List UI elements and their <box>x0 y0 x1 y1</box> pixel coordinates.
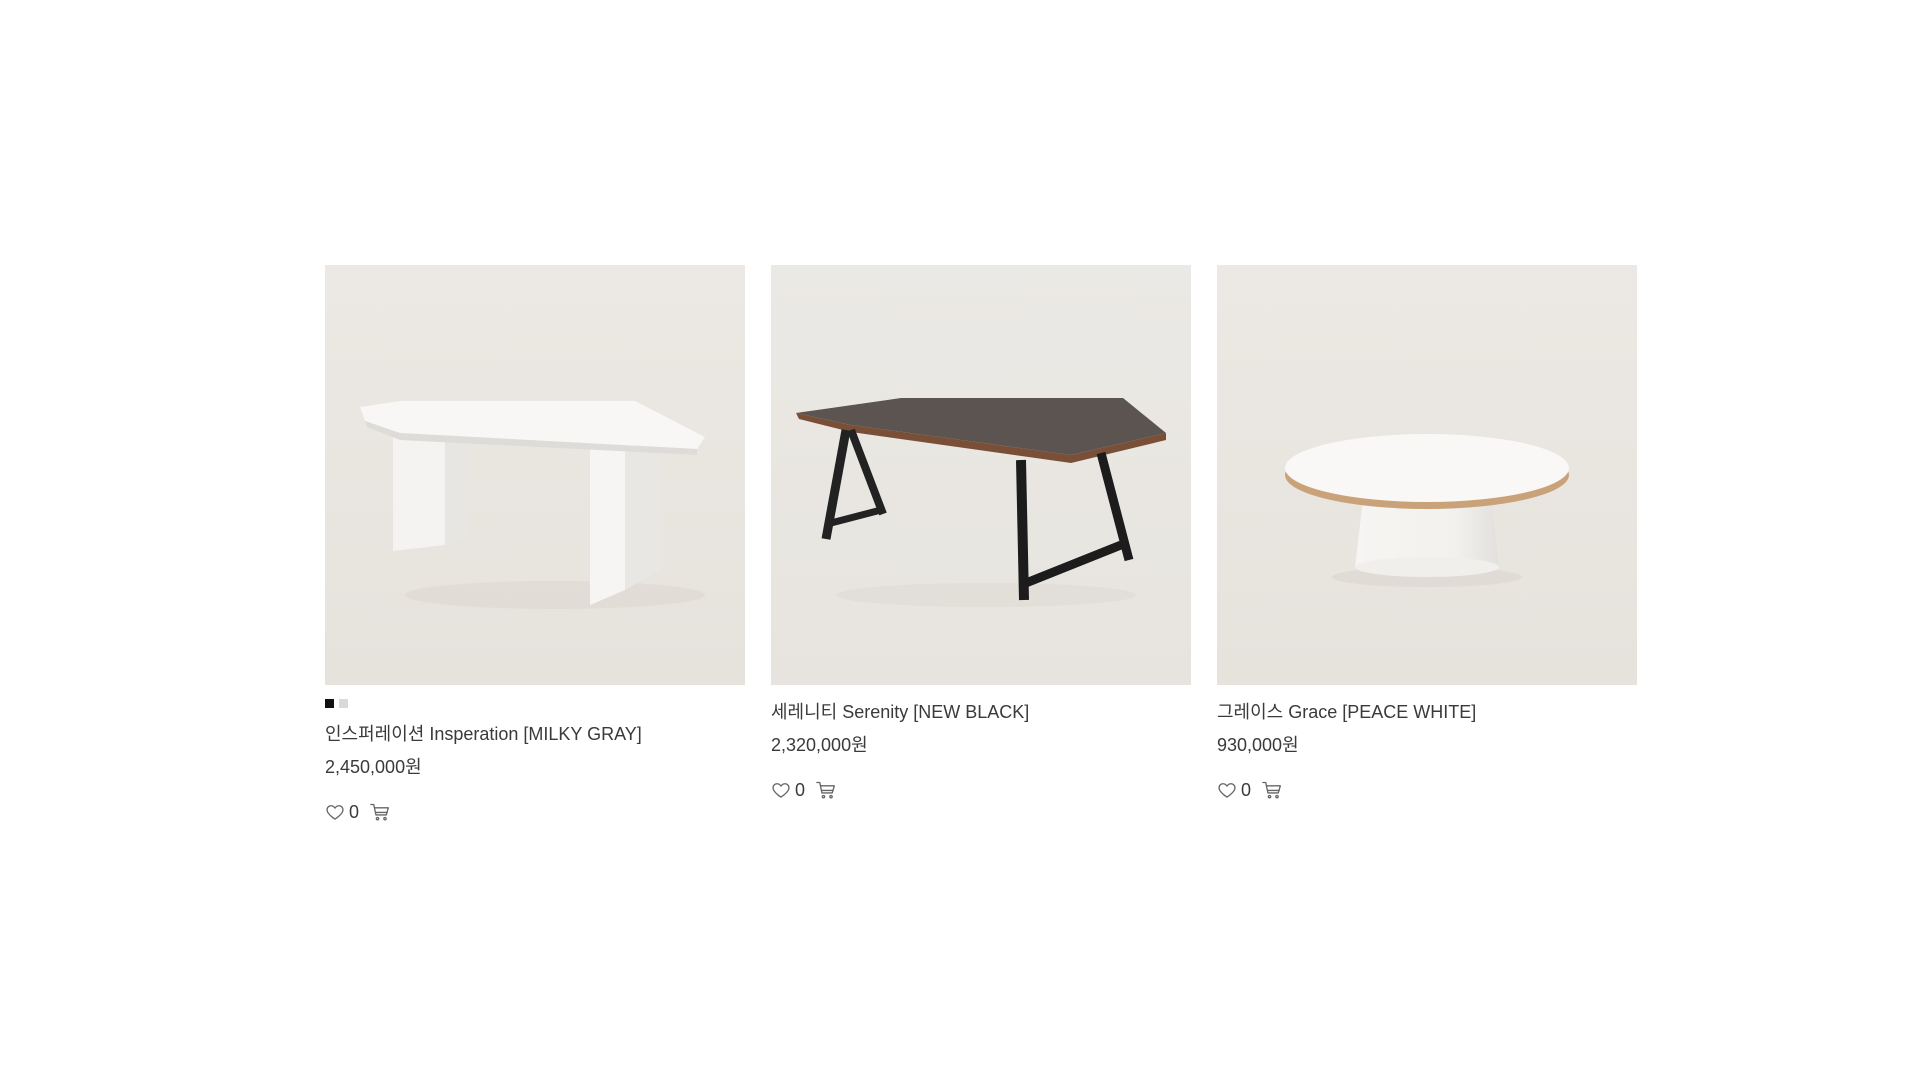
like-count: 0 <box>795 780 806 800</box>
product-image-grace[interactable] <box>1217 265 1637 685</box>
product-grid: 인스퍼레이션 Insperation [MILKY GRAY] 2,450,00… <box>325 265 1639 823</box>
heart-icon <box>771 780 791 800</box>
like-count: 0 <box>349 802 360 822</box>
product-name[interactable]: 세레니티 Serenity [NEW BLACK] <box>771 700 1191 724</box>
product-actions: 0 <box>325 801 745 823</box>
swatch-black[interactable] <box>325 699 334 708</box>
cart-icon <box>369 802 391 822</box>
product-actions: 0 <box>1217 779 1637 801</box>
product-price: 930,000원 <box>1217 735 1299 755</box>
swatch-light-gray[interactable] <box>339 699 348 708</box>
product-price: 2,450,000원 <box>325 757 422 777</box>
like-button[interactable]: 0 <box>325 801 359 823</box>
black-table-image <box>771 265 1191 685</box>
add-to-cart-button[interactable] <box>1261 780 1283 800</box>
product-name[interactable]: 그레이스 Grace [PEACE WHITE] <box>1217 700 1637 724</box>
like-count: 0 <box>1241 780 1252 800</box>
product-image-serenity[interactable] <box>771 265 1191 685</box>
product-actions: 0 <box>771 779 1191 801</box>
product-name[interactable]: 인스퍼레이션 Insperation [MILKY GRAY] <box>325 722 745 746</box>
like-button[interactable]: 0 <box>1217 779 1251 801</box>
product-card-grace[interactable]: 그레이스 Grace [PEACE WHITE] 930,000원 0 <box>1217 265 1637 801</box>
add-to-cart-button[interactable] <box>815 780 837 800</box>
cart-icon <box>1261 780 1283 800</box>
color-swatches <box>325 699 745 708</box>
like-button[interactable]: 0 <box>771 779 805 801</box>
add-to-cart-button[interactable] <box>369 802 391 822</box>
round-coffee-table-image <box>1217 265 1637 685</box>
product-card-serenity[interactable]: 세레니티 Serenity [NEW BLACK] 2,320,000원 0 <box>771 265 1191 801</box>
cart-icon <box>815 780 837 800</box>
product-image-insperation[interactable] <box>325 265 745 685</box>
heart-icon <box>1217 780 1237 800</box>
product-card-insperation[interactable]: 인스퍼레이션 Insperation [MILKY GRAY] 2,450,00… <box>325 265 745 823</box>
white-dining-table-image <box>325 265 745 685</box>
product-price: 2,320,000원 <box>771 735 868 755</box>
heart-icon <box>325 802 345 822</box>
